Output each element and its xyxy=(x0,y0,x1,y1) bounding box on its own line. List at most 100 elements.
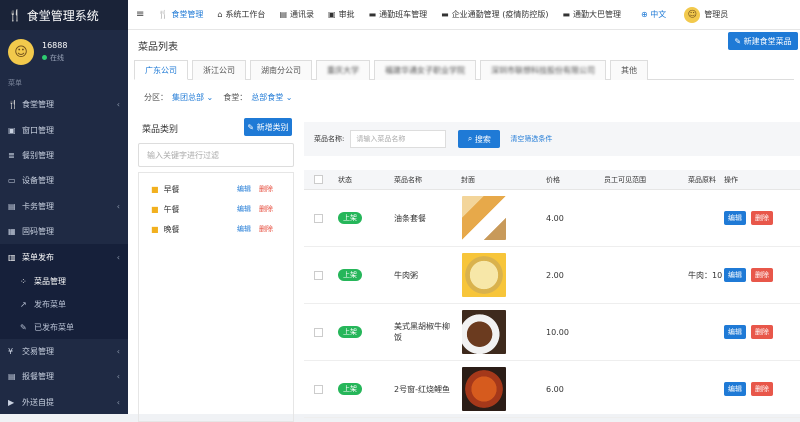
area-value: 集团总部 xyxy=(172,93,204,102)
language-switcher[interactable]: ⊕ 中文 xyxy=(641,9,666,20)
sidebar-item-device[interactable]: ▭ 设备管理 xyxy=(0,168,128,193)
edit-button[interactable]: 编辑 xyxy=(724,211,746,225)
category-delete-link[interactable]: 删除 xyxy=(259,204,273,214)
topnav-item-contacts[interactable]: ▤ 通讯录 xyxy=(279,9,314,20)
category-name: 午餐 xyxy=(163,204,180,214)
tab-fujian[interactable]: 福建华通女子职业学院 xyxy=(374,60,476,80)
fork-knife-icon: 🍴 xyxy=(8,8,22,22)
list-icon: ≣ xyxy=(8,150,15,160)
topnav-item-approval[interactable]: ▣ 审批 xyxy=(328,9,355,20)
sidebar-item-meal-type[interactable]: ≣ 餐别管理 xyxy=(0,143,128,168)
hamburger-icon[interactable]: ≡ xyxy=(136,9,144,20)
avatar[interactable]: ☺ xyxy=(8,39,34,65)
tab-label: 其他 xyxy=(621,66,637,75)
edit-button[interactable]: 编辑 xyxy=(724,325,746,339)
column-header: 操作 xyxy=(724,175,738,184)
user-status: 在线 xyxy=(42,53,67,63)
dish-name-input[interactable]: 请输入菜品名称 xyxy=(350,130,447,148)
new-dish-button[interactable]: ✎ 新建食堂菜品 xyxy=(728,32,798,50)
topnav-item-coach[interactable]: ▬ 通勤大巴管理 xyxy=(562,9,621,20)
row-checkbox[interactable] xyxy=(314,270,323,280)
new-category-label: 新增类别 xyxy=(256,122,289,132)
sidebar-item-label: 餐别管理 xyxy=(22,150,54,160)
category-delete-link[interactable]: 删除 xyxy=(259,184,273,194)
sidebar-item-qr[interactable]: ▦ 固码管理 xyxy=(0,219,128,244)
column-header: 价格 xyxy=(546,175,560,184)
language-label: 中文 xyxy=(650,10,667,19)
delete-button[interactable]: 删除 xyxy=(751,268,773,282)
tab-zhejiang[interactable]: 浙江公司 xyxy=(192,60,246,80)
category-edit-link[interactable]: 编辑 xyxy=(237,224,251,234)
admin-avatar[interactable]: ☺ xyxy=(684,6,701,23)
row-checkbox[interactable] xyxy=(314,327,323,337)
bus-icon: ▬ xyxy=(368,10,377,19)
sidebar-item-card[interactable]: ▤ 卡务管理 ‹ xyxy=(0,194,128,219)
search-label: 菜品名称: xyxy=(314,135,345,143)
tab-hunan[interactable]: 湖南分公司 xyxy=(250,60,312,80)
topnav-item-label: 通勤班车管理 xyxy=(379,10,428,19)
dish-panel: 菜品名称: 请输入菜品名称 ⌕ 搜索 清空筛选条件 状态 菜品名称 封面 价格 … xyxy=(304,118,800,418)
edit-icon: ✎ xyxy=(20,322,27,332)
topnav-item-shuttle[interactable]: ▬ 通勤班车管理 xyxy=(369,9,428,20)
qr-icon: ▦ xyxy=(8,227,16,237)
list-item[interactable]: ■ 早餐 编辑 删除 xyxy=(139,179,293,199)
sidebar-item-trade[interactable]: ¥ 交易管理 ‹ xyxy=(0,339,128,364)
category-edit-link[interactable]: 编辑 xyxy=(237,184,251,194)
category-name: 晚餐 xyxy=(163,224,180,234)
area-select[interactable]: 集团总部 ⌄ xyxy=(172,92,213,103)
fork-knife-icon: 🍴 xyxy=(158,10,169,19)
sidebar-subitem-dish-manage[interactable]: ⁘ 菜品管理 xyxy=(0,269,128,293)
tab-guangdong[interactable]: 广东公司 xyxy=(134,60,188,80)
dish-table: 状态 菜品名称 封面 价格 员工可见范围 菜品原料 操作 上架 油条套餐 4.0… xyxy=(304,170,800,418)
chevron-down-icon: ⌄ xyxy=(285,93,293,102)
sidebar-item-label: 卡务管理 xyxy=(22,201,54,211)
chevron-left-icon: ‹ xyxy=(116,397,120,407)
company-tabs: 广东公司 浙江公司 湖南分公司 重庆大学 福建华通女子职业学院 深圳市联想科技股… xyxy=(134,60,794,80)
topnav-item-cafeteria[interactable]: 🍴 食堂管理 xyxy=(158,9,203,20)
dish-name: 牛肉粥 xyxy=(394,270,418,280)
category-name: 早餐 xyxy=(163,184,180,194)
clear-filters-link[interactable]: 清空筛选条件 xyxy=(510,134,552,144)
column-header: 菜品原料 xyxy=(688,175,716,184)
row-checkbox[interactable] xyxy=(314,384,323,394)
sidebar-item-delivery[interactable]: ▶ 外送自提 ‹ xyxy=(0,390,128,415)
sidebar-subitem-label: 已发布菜单 xyxy=(34,322,74,332)
select-all-checkbox[interactable] xyxy=(314,175,323,184)
window-icon: ▣ xyxy=(8,125,16,135)
bus-icon: ▬ xyxy=(562,10,571,19)
new-category-button[interactable]: ✎ 新增类别 xyxy=(244,118,292,136)
category-delete-link[interactable]: 删除 xyxy=(259,224,273,234)
tab-shenzhen[interactable]: 深圳市联想科技股份有限公司 xyxy=(480,60,606,80)
list-item[interactable]: ■ 午餐 编辑 删除 xyxy=(139,199,293,219)
tab-label: 湖南分公司 xyxy=(261,66,301,75)
delete-button[interactable]: 删除 xyxy=(751,325,773,339)
category-edit-link[interactable]: 编辑 xyxy=(237,204,251,214)
delete-button[interactable]: 删除 xyxy=(751,382,773,396)
tab-chongqing[interactable]: 重庆大学 xyxy=(316,60,370,80)
category-search-input[interactable]: 输入关键字进行过滤 xyxy=(138,143,294,167)
search-button[interactable]: ⌕ 搜索 xyxy=(458,130,501,148)
admin-name[interactable]: 管理员 xyxy=(704,9,728,20)
cafe-select[interactable]: 总部食堂 ⌄ xyxy=(251,92,292,103)
approval-icon: ▣ xyxy=(328,10,336,19)
sidebar-subitem-published-menu[interactable]: ✎ 已发布菜单 xyxy=(0,315,128,339)
bus-icon: ▬ xyxy=(441,10,449,19)
edit-button[interactable]: 编辑 xyxy=(724,268,746,282)
edit-button[interactable]: 编辑 xyxy=(724,382,746,396)
tab-other[interactable]: 其他 xyxy=(610,60,648,80)
topnav-item-commute[interactable]: ▬ 企业通勤管理 (疫情防控版) xyxy=(441,9,548,20)
sidebar-item-menu-publish[interactable]: ▥ 菜单发布 ‹ xyxy=(0,244,128,270)
list-item[interactable]: ■ 晚餐 编辑 删除 xyxy=(139,219,293,239)
sidebar-item-window[interactable]: ▣ 窗口管理 xyxy=(0,117,128,142)
globe-icon: ⊕ xyxy=(641,10,648,19)
app-brand: 🍴 食堂管理系统 xyxy=(0,0,128,30)
category-list: ■ 早餐 编辑 删除 ■ 午餐 编辑 删除 ■ 晚餐 编辑 删除 xyxy=(138,172,294,422)
delete-button[interactable]: 删除 xyxy=(751,211,773,225)
sidebar-item-meal-report[interactable]: ▤ 报餐管理 ‹ xyxy=(0,364,128,389)
row-checkbox[interactable] xyxy=(314,213,323,223)
sidebar-item-cafeteria[interactable]: 🍴 食堂管理 ‹ xyxy=(0,92,128,117)
topnav-item-workbench[interactable]: ⌂ 系统工作台 xyxy=(217,9,265,20)
tab-label: 重庆大学 xyxy=(327,66,359,75)
fork-knife-icon: 🍴 xyxy=(8,100,18,110)
sidebar-subitem-publish-menu[interactable]: ↗ 发布菜单 xyxy=(0,292,128,316)
